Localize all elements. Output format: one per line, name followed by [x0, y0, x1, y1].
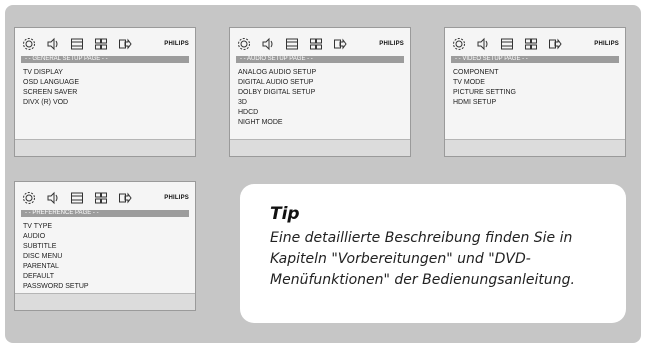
menu-icon-bar: PHILIPS — [236, 35, 404, 53]
menu-item[interactable]: DIGITAL AUDIO SETUP — [238, 78, 404, 88]
menu-item[interactable]: SCREEN SAVER — [23, 88, 189, 98]
menu-item[interactable]: TV MODE — [453, 78, 619, 88]
general-setup-panel: PHILIPS - - GENERAL SETUP PAGE - - TV DI… — [14, 27, 196, 157]
grid-icon[interactable] — [93, 190, 109, 206]
tip-line: Kapiteln "Vorbereitungen" und "DVD- — [270, 251, 531, 267]
menu-item[interactable]: PARENTAL — [23, 262, 189, 272]
menu-item[interactable]: SUBTITLE — [23, 242, 189, 252]
exit-icon[interactable] — [117, 36, 133, 52]
menu-icon-bar: PHILIPS — [21, 189, 189, 207]
menu-item[interactable]: DEFAULT — [23, 272, 189, 282]
menu-item[interactable]: DOLBY DIGITAL SETUP — [238, 88, 404, 98]
brand-logo: PHILIPS — [379, 41, 404, 47]
menu-item[interactable]: NIGHT MODE — [238, 118, 404, 128]
video-setup-panel: PHILIPS - - VIDEO SETUP PAGE - - COMPONE… — [444, 27, 626, 157]
speaker-icon[interactable] — [260, 36, 276, 52]
menu-icon-bar: PHILIPS — [451, 35, 619, 53]
grid-icon[interactable] — [308, 36, 324, 52]
grid-icon[interactable] — [523, 36, 539, 52]
menu-item[interactable]: PICTURE SETTING — [453, 88, 619, 98]
grid-icon[interactable] — [93, 36, 109, 52]
menu-item[interactable]: 3D — [238, 98, 404, 108]
screen-icon[interactable] — [499, 36, 515, 52]
gear-icon[interactable] — [21, 36, 37, 52]
tip-title: Tip — [270, 204, 300, 224]
menu-item[interactable]: TV TYPE — [23, 222, 189, 232]
exit-icon[interactable] — [332, 36, 348, 52]
brand-logo: PHILIPS — [164, 41, 189, 47]
menu-item[interactable]: TV DISPLAY — [23, 68, 189, 78]
gear-icon[interactable] — [236, 36, 252, 52]
tip-box: Tip Eine detaillierte Beschreibung finde… — [240, 184, 626, 323]
page-title-bar: - - VIDEO SETUP PAGE - - — [451, 56, 619, 63]
menu-list: TV DISPLAY OSD LANGUAGE SCREEN SAVER DIV… — [23, 68, 189, 108]
menu-item[interactable]: COMPONENT — [453, 68, 619, 78]
page-title-bar: - - AUDIO SETUP PAGE - - — [236, 56, 404, 63]
exit-icon[interactable] — [547, 36, 563, 52]
exit-icon[interactable] — [117, 190, 133, 206]
menu-item[interactable]: AUDIO — [23, 232, 189, 242]
menu-list: ANALOG AUDIO SETUP DIGITAL AUDIO SETUP D… — [238, 68, 404, 128]
menu-item[interactable]: OSD LANGUAGE — [23, 78, 189, 88]
panel-footer — [230, 139, 410, 156]
tip-body: Eine detaillierte Beschreibung finden Si… — [270, 228, 596, 291]
gear-icon[interactable] — [21, 190, 37, 206]
screen-icon[interactable] — [284, 36, 300, 52]
tip-line: Menüfunktionen" der Bedienungsanleitung. — [270, 272, 575, 288]
menu-item[interactable]: HDMI SETUP — [453, 98, 619, 108]
page-title-bar: - - PREFERENCE PAGE - - — [21, 210, 189, 217]
menu-list: TV TYPE AUDIO SUBTITLE DISC MENU PARENTA… — [23, 222, 189, 292]
screen-icon[interactable] — [69, 36, 85, 52]
menu-item[interactable]: HDCD — [238, 108, 404, 118]
menu-item[interactable]: DIVX (R) VOD — [23, 98, 189, 108]
brand-logo: PHILIPS — [164, 195, 189, 201]
menu-item[interactable]: DISC MENU — [23, 252, 189, 262]
panel-footer — [445, 139, 625, 156]
tip-line: Eine detaillierte Beschreibung finden Si… — [270, 230, 573, 246]
menu-item[interactable]: PASSWORD SETUP — [23, 282, 189, 292]
brand-logo: PHILIPS — [594, 41, 619, 47]
menu-icon-bar: PHILIPS — [21, 35, 189, 53]
gear-icon[interactable] — [451, 36, 467, 52]
speaker-icon[interactable] — [45, 190, 61, 206]
preference-page-panel: PHILIPS - - PREFERENCE PAGE - - TV TYPE … — [14, 181, 196, 311]
panel-footer — [15, 293, 195, 310]
menu-item[interactable]: ANALOG AUDIO SETUP — [238, 68, 404, 78]
screen-icon[interactable] — [69, 190, 85, 206]
speaker-icon[interactable] — [45, 36, 61, 52]
page-title-bar: - - GENERAL SETUP PAGE - - — [21, 56, 189, 63]
audio-setup-panel: PHILIPS - - AUDIO SETUP PAGE - - ANALOG … — [229, 27, 411, 157]
speaker-icon[interactable] — [475, 36, 491, 52]
panel-footer — [15, 139, 195, 156]
menu-list: COMPONENT TV MODE PICTURE SETTING HDMI S… — [453, 68, 619, 108]
